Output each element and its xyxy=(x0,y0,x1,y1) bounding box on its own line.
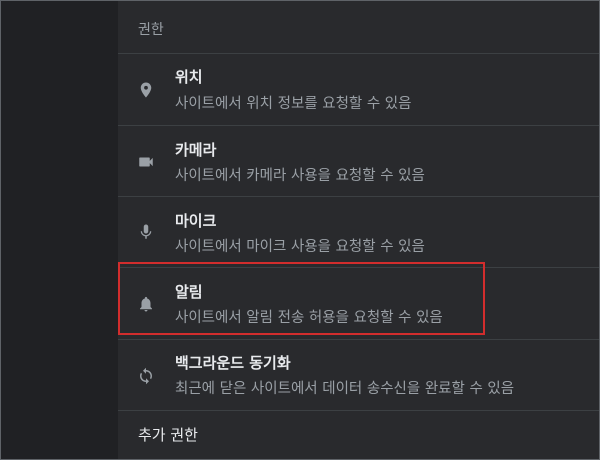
permissions-panel: 권한 위치 사이트에서 위치 정보를 요청할 수 있음 카메라 사이트에서 카메… xyxy=(118,1,599,459)
permission-row-notifications[interactable]: 알림 사이트에서 알림 전송 허용을 요청할 수 있음 xyxy=(118,267,599,337)
bell-icon xyxy=(137,295,155,313)
row-divider xyxy=(118,410,599,411)
microphone-icon xyxy=(137,223,155,241)
permission-title: 마이크 xyxy=(175,212,217,230)
location-pin-icon xyxy=(137,81,155,99)
permission-description: 사이트에서 위치 정보를 요청할 수 있음 xyxy=(175,96,412,112)
permission-title: 위치 xyxy=(175,68,203,86)
row-divider xyxy=(118,53,599,54)
additional-permissions-row[interactable]: 추가 권한 xyxy=(118,410,599,459)
permission-description: 사이트에서 알림 전송 허용을 요청할 수 있음 xyxy=(175,310,443,326)
sync-icon xyxy=(137,367,155,385)
permission-title: 알림 xyxy=(175,283,203,301)
permission-title: 백그라운드 동기화 xyxy=(175,354,291,372)
row-divider xyxy=(118,339,599,340)
permission-row-camera[interactable]: 카메라 사이트에서 카메라 사용을 요청할 수 있음 xyxy=(118,125,599,195)
left-navigation-rail xyxy=(1,1,118,459)
row-divider xyxy=(118,267,599,268)
permission-description: 사이트에서 마이크 사용을 요청할 수 있음 xyxy=(175,239,425,255)
section-title: 권한 xyxy=(138,22,164,38)
additional-permissions-label: 추가 권한 xyxy=(138,426,198,444)
permission-title: 카메라 xyxy=(175,141,217,159)
settings-window: 권한 위치 사이트에서 위치 정보를 요청할 수 있음 카메라 사이트에서 카메… xyxy=(0,0,600,460)
permission-description: 사이트에서 카메라 사용을 요청할 수 있음 xyxy=(175,168,425,184)
row-divider xyxy=(118,196,599,197)
permission-row-location[interactable]: 위치 사이트에서 위치 정보를 요청할 수 있음 xyxy=(118,53,599,123)
camera-icon xyxy=(137,153,155,171)
row-divider xyxy=(118,125,599,126)
permission-row-microphone[interactable]: 마이크 사이트에서 마이크 사용을 요청할 수 있음 xyxy=(118,196,599,266)
permission-row-background-sync[interactable]: 백그라운드 동기화 최근에 닫은 사이트에서 데이터 송수신을 완료할 수 있음 xyxy=(118,339,599,409)
permission-description: 최근에 닫은 사이트에서 데이터 송수신을 완료할 수 있음 xyxy=(175,381,515,397)
